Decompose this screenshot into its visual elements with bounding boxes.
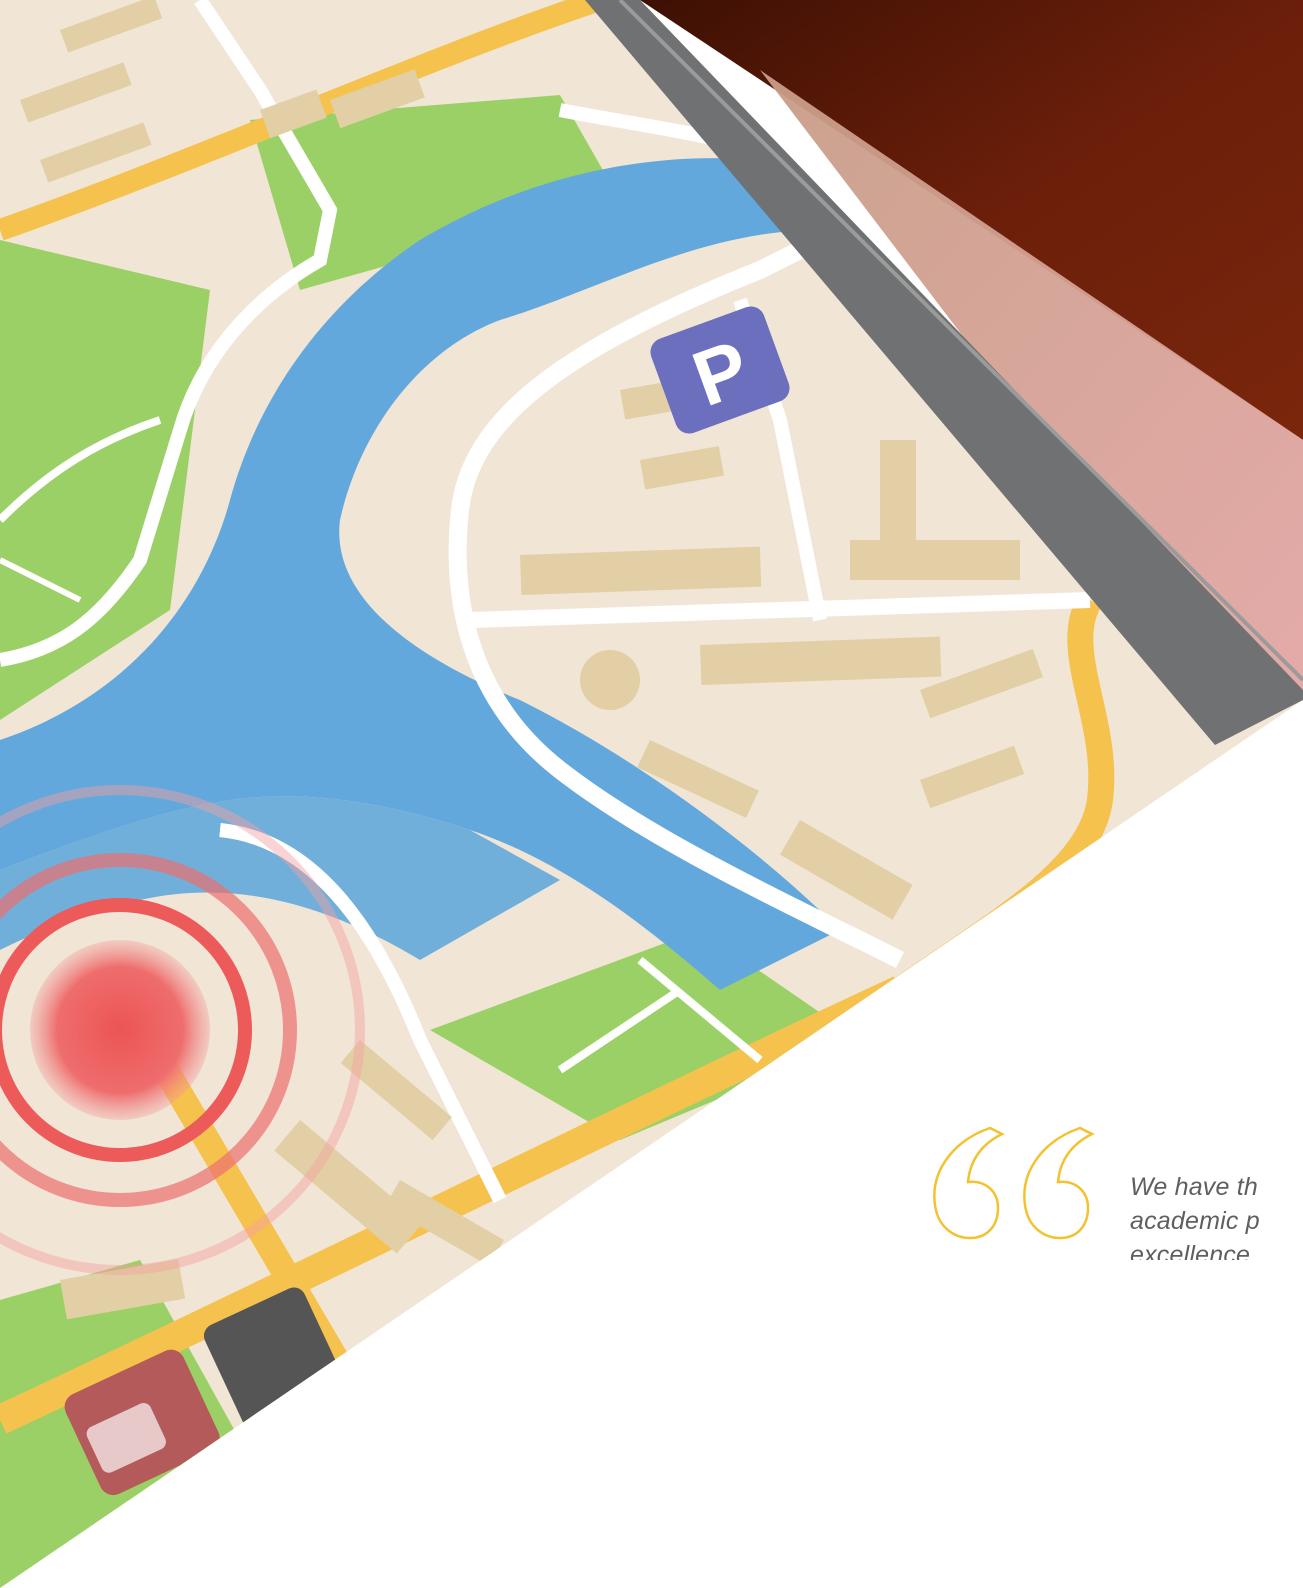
testimonial-quote: We have th academic p excellence bbox=[930, 1110, 1303, 1260]
quote-line: We have th bbox=[1130, 1173, 1259, 1201]
quote-text: We have th academic p excellence bbox=[1130, 1170, 1303, 1260]
hero-map-illustration: P bbox=[0, 0, 1303, 1588]
quote-line: academic p bbox=[1130, 1207, 1260, 1235]
quote-open-icon bbox=[933, 1126, 1095, 1240]
quote-line: excellence bbox=[1130, 1241, 1251, 1260]
